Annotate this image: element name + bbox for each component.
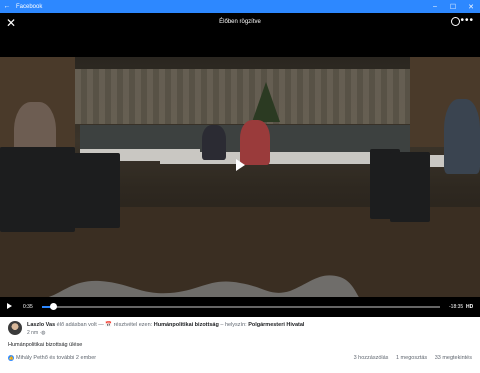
seek-bar[interactable]: [42, 303, 440, 310]
post-time-text[interactable]: 2 nm: [27, 330, 38, 336]
place-link[interactable]: Polgármesteri Hivatal: [248, 322, 304, 328]
play-icon[interactable]: [236, 159, 245, 171]
person-center-left: [202, 125, 226, 160]
more-icon[interactable]: •••: [460, 15, 474, 26]
remaining-time: -18:35: [449, 304, 464, 310]
post-time: 2 nm ·◍: [27, 330, 46, 336]
live-status-label: Élőben rögzítve: [219, 19, 261, 25]
current-time: 0:35: [23, 304, 33, 310]
window-title: Facebook: [16, 3, 43, 10]
hd-quality-button[interactable]: HD: [466, 304, 473, 310]
maximize-icon[interactable]: ☐: [444, 3, 462, 11]
stage-curtain: [75, 69, 410, 124]
chair-left: [0, 147, 75, 232]
post-info: Laszlo Vas élő adásban volt — 📅 résztvét…: [0, 317, 480, 373]
event-prefix: 📅 résztvétel ezen:: [105, 322, 153, 328]
messenger-icon[interactable]: [451, 17, 460, 26]
post-footer: 👍 Mihály Pethő és további 2 ember 3 hozz…: [8, 355, 472, 363]
globe-icon: ·◍: [39, 330, 46, 336]
close-window-icon[interactable]: ✕: [462, 3, 480, 11]
seek-handle[interactable]: [50, 303, 58, 310]
shares-count[interactable]: 1 megosztás: [396, 355, 427, 361]
event-link[interactable]: Humánpolitikai bizottság: [154, 322, 219, 328]
video-top-bar: ✕ Élőben rögzítve •••: [0, 13, 480, 33]
likers-link[interactable]: Mihály Pethő és további 2 ember: [16, 355, 96, 361]
window-titlebar: ← Facebook – ☐ ✕: [0, 0, 480, 13]
like-icon: 👍: [8, 355, 14, 361]
post-action: élő adásban volt —: [56, 322, 104, 328]
author-name[interactable]: Laszlo Vas: [27, 322, 55, 328]
post-caption: Humánpolitikai bizottság ülése: [8, 342, 83, 348]
minimize-icon[interactable]: –: [426, 3, 444, 10]
christmas-tree: [252, 82, 280, 122]
audio-waveform: [48, 275, 359, 297]
views-count: 33 megtekintés: [434, 355, 472, 361]
back-arrow-icon[interactable]: ←: [0, 3, 14, 10]
person-right: [444, 99, 480, 174]
chair-left-2: [70, 153, 120, 228]
avatar[interactable]: [8, 321, 22, 335]
video-controls: 0:35 -18:35 HD: [0, 297, 480, 317]
post-header: Laszlo Vas élő adásban volt — 📅 résztvét…: [27, 322, 304, 328]
play-pause-icon[interactable]: [7, 303, 12, 309]
place-prefix: – helyszín:: [220, 322, 247, 328]
video-player[interactable]: [0, 57, 480, 297]
comments-count[interactable]: 3 hozzászólás: [354, 355, 389, 361]
post-stats: 3 hozzászólás 1 megosztás 33 megtekintés: [348, 355, 472, 361]
chair-right-2: [390, 152, 430, 222]
